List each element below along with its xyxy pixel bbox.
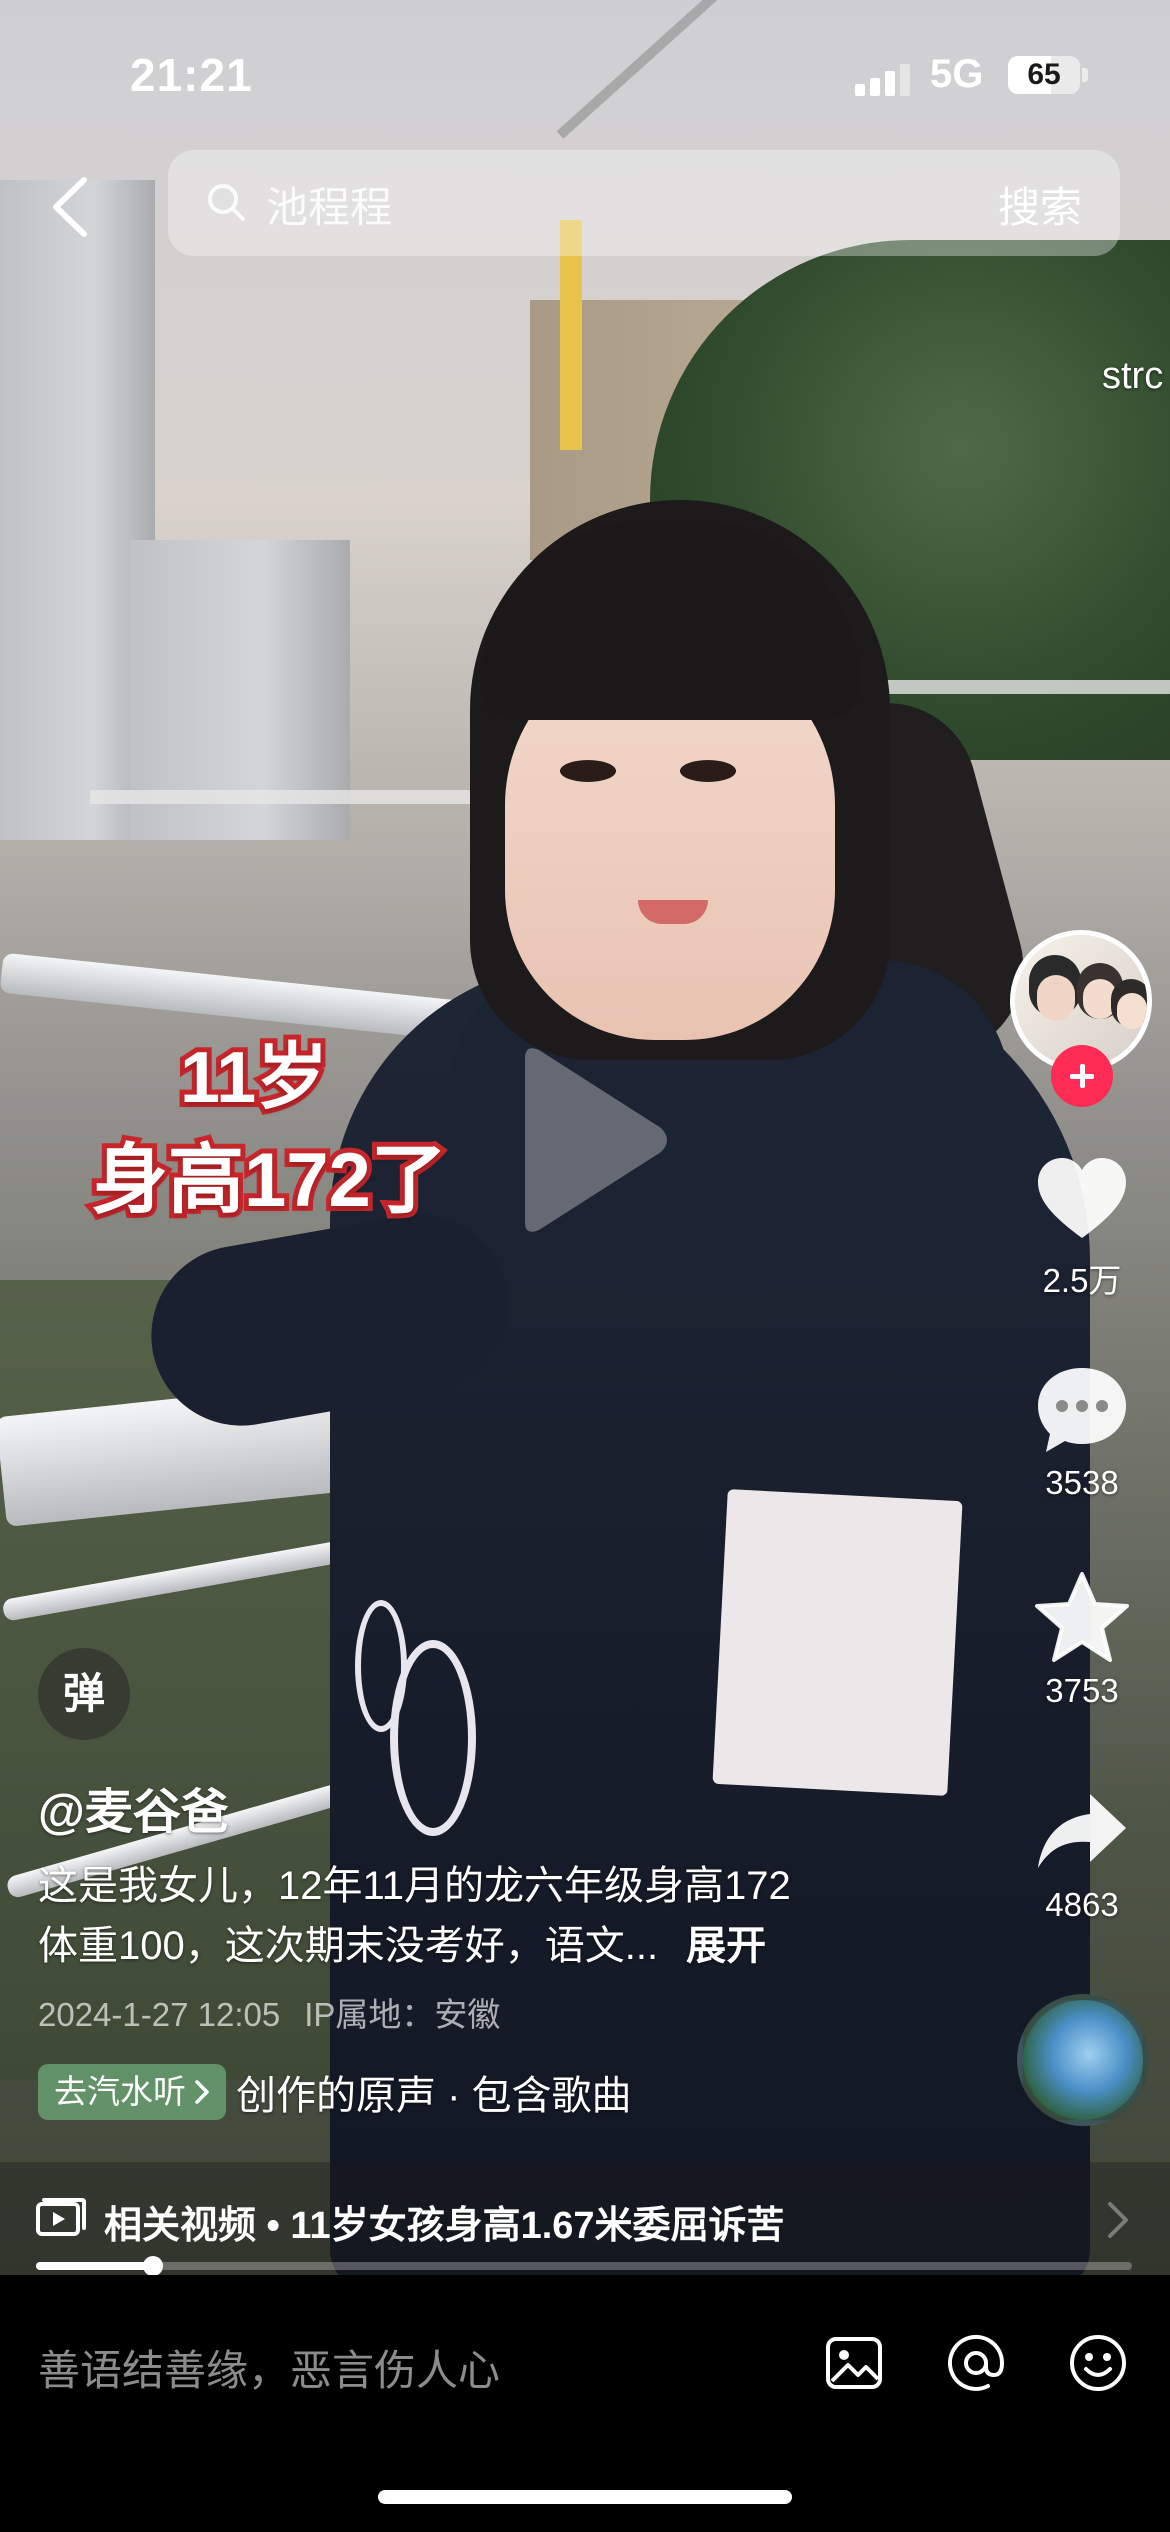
share-count: 4863 [1045,1886,1119,1923]
related-video-icon [36,2198,86,2236]
play-icon[interactable] [505,1040,675,1240]
search-bar[interactable]: 池程程 搜索 [168,150,1120,256]
comment-icon[interactable] [1032,1360,1132,1460]
chevron-right-icon [195,2080,209,2104]
favorite-count: 3753 [1045,1672,1119,1709]
image-icon[interactable] [822,2331,886,2395]
video-overlay-text-line1: 11岁 [175,1033,333,1123]
description-line1: 这是我女儿，12年11月的龙六年级身高172 [38,1864,791,1908]
comment-count: 3538 [1045,1464,1119,1501]
battery-tip [1082,68,1088,82]
music-title[interactable]: 创作的原声 · 包含歌曲 [236,2063,632,2121]
related-videos-text: 相关视频 • 11岁女孩身高1.67米委屈诉苦 [104,2205,785,2247]
search-icon [208,184,245,221]
post-meta: 2024-1-27 12:05 IP属地：安徽 [38,1988,500,2036]
star-icon[interactable] [1032,1568,1132,1668]
jacket-drawstring [355,1600,407,1732]
background-bridge [870,680,1170,694]
favorite-action[interactable]: 3753 [1020,1568,1144,1710]
emoji-icon[interactable] [1066,2331,1130,2395]
video-overlay-text-line2: 身高172了 [87,1133,452,1228]
post-date: 2024-1-27 12:05 [38,1996,281,2033]
app-screen: 21:21 5G 65 池程程 搜索 strc 11岁 身高172了 2.5万 … [0,0,1170,2532]
search-button[interactable]: 搜索 [998,174,1082,235]
like-count: 2.5万 [1042,1262,1122,1299]
listen-label: 去汽水听 [54,2073,186,2110]
danmaku-toggle[interactable]: 弹 [38,1648,130,1740]
video-progress-bar[interactable] [36,2256,1132,2276]
battery-level: 65 [1027,58,1061,91]
author-name[interactable]: @麦谷爸 [38,1772,229,1842]
battery-icon: 65 [1008,56,1080,94]
listen-on-qishui-button[interactable]: 去汽水听 [38,2064,226,2120]
person-eye [680,760,736,782]
chevron-right-icon [1108,2202,1128,2238]
person-eye [560,760,616,782]
description-line2-wrap: 体重100，这次期末没考好，语文... 展开 [38,1916,938,1976]
music-disc[interactable] [1017,1994,1149,2126]
status-time: 21:21 [130,49,253,101]
share-icon[interactable] [1032,1782,1132,1882]
status-bar: 21:21 5G 65 [0,0,1170,150]
share-action[interactable]: 4863 [1020,1782,1144,1924]
network-type: 5G [930,52,984,96]
post-description[interactable]: 这是我女儿，12年11月的龙六年级身高172 体重100，这次期末没考好，语文.… [38,1856,938,1976]
description-line2: 体重100，这次期末没考好，语文... [38,1924,659,1968]
home-indicator[interactable] [378,2490,792,2504]
ip-location: IP属地：安徽 [304,1996,501,2033]
like-action[interactable]: 2.5万 [1020,1150,1144,1302]
follow-plus-button[interactable] [1051,1045,1113,1107]
at-icon[interactable] [944,2331,1008,2395]
music-row[interactable]: 去汽水听 创作的原声 · 包含歌曲 [38,2062,632,2122]
related-videos-bar[interactable]: 相关视频 • 11岁女孩身高1.67米委屈诉苦 [0,2162,1170,2278]
comment-input[interactable]: 善语结善缘，恶言伤人心 [38,2337,500,2398]
heart-icon[interactable] [1032,1150,1132,1250]
comment-action[interactable]: 3538 [1020,1360,1144,1502]
background-bridge [90,790,510,804]
cellular-signal-icon [855,62,915,96]
edge-overlay-text: strc [1102,355,1164,397]
back-chevron-icon[interactable] [44,172,96,242]
video-progress-fill [36,2262,154,2270]
search-input[interactable]: 池程程 [266,174,392,235]
jacket-patch [712,1489,963,1796]
expand-button[interactable]: 展开 [686,1924,766,1968]
